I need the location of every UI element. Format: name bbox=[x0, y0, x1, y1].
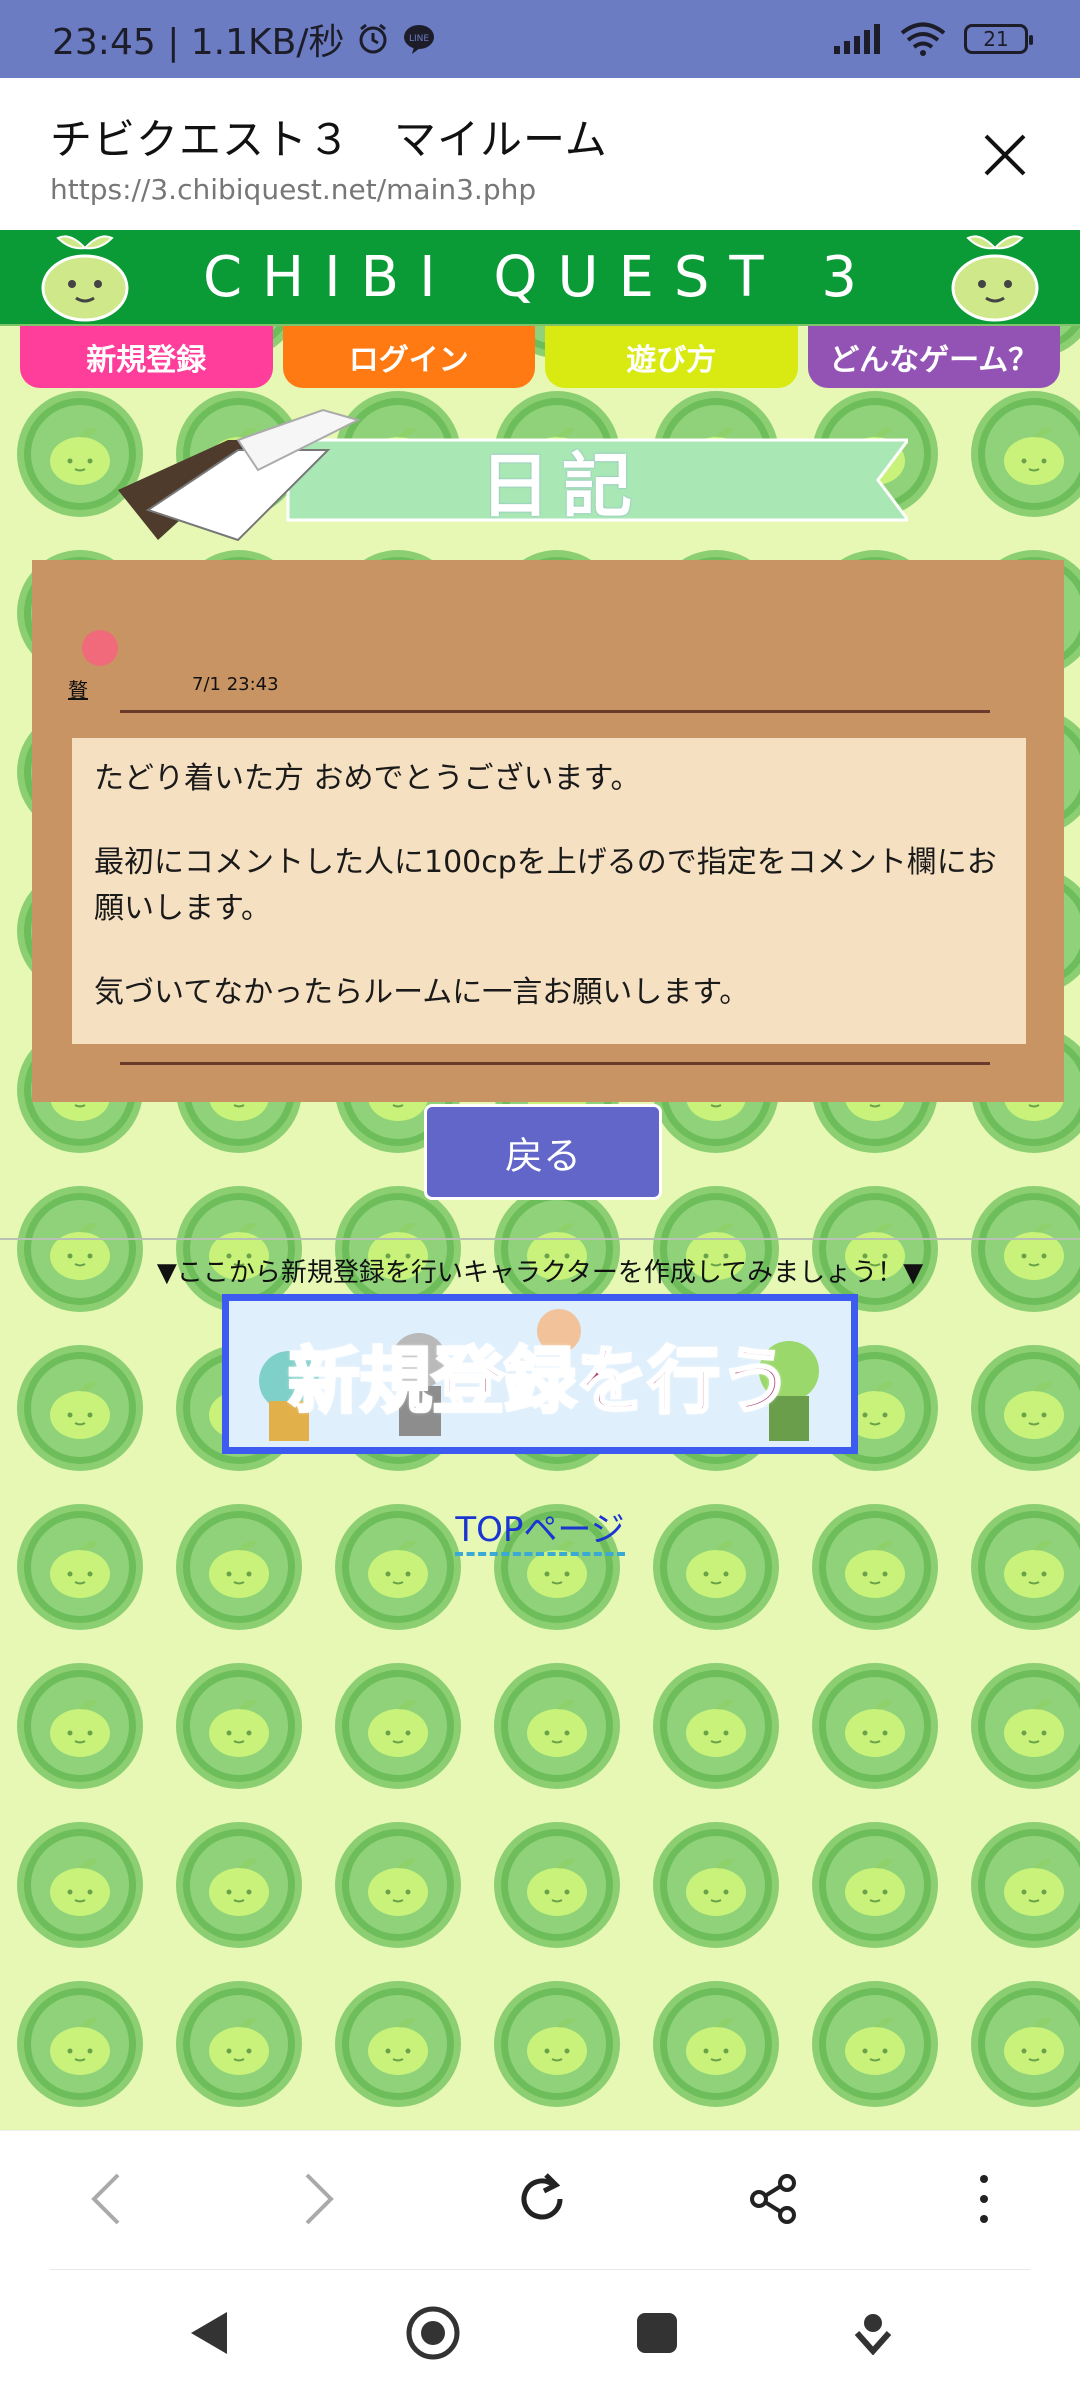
browser-toolbar bbox=[0, 2130, 1080, 2271]
register-notice: ▼ここから新規登録を行いキャラクターを作成してみましょう！▼ bbox=[156, 1258, 924, 1288]
status-bar: 23:45 | 1.1KB/秒 LINE 21 bbox=[0, 0, 1080, 78]
close-button[interactable] bbox=[970, 120, 1040, 190]
share-button[interactable] bbox=[745, 2171, 801, 2231]
divider-top bbox=[120, 710, 990, 713]
back-nav-button[interactable] bbox=[86, 2169, 126, 2233]
more-vertical-icon bbox=[979, 2175, 988, 2223]
tab-login[interactable]: ログイン bbox=[282, 326, 535, 388]
close-icon bbox=[984, 134, 1026, 176]
system-back-button[interactable] bbox=[187, 2308, 231, 2362]
svg-text:LINE: LINE bbox=[409, 34, 429, 44]
mascot-left-icon bbox=[41, 235, 129, 322]
menu-button[interactable] bbox=[974, 2169, 994, 2233]
status-time: 23:45 | 1.1KB/秒 bbox=[52, 22, 345, 63]
author-name[interactable]: 贅 bbox=[68, 674, 88, 703]
diary-paragraph: 最初にコメントした人に100cpを上げるので指定をコメント欄にお願いします。 bbox=[94, 845, 997, 926]
section-title: 日記 bbox=[480, 445, 644, 527]
page-title: チビクエスト３ マイルーム bbox=[50, 115, 608, 164]
chevron-right-icon bbox=[305, 2173, 335, 2225]
system-home-button[interactable] bbox=[405, 2305, 461, 2365]
system-nav-bar bbox=[0, 2270, 1080, 2400]
web-page: CHIBI QUEST 3 新規登録 ログイン 遊び方 どんなゲーム？ 日記 贅… bbox=[0, 230, 1080, 2130]
tab-how-to-play[interactable]: 遊び方 bbox=[545, 326, 798, 388]
site-header: CHIBI QUEST 3 bbox=[0, 230, 1080, 326]
back-button[interactable]: 戻る bbox=[424, 1104, 662, 1200]
tab-register[interactable]: 新規登録 bbox=[20, 326, 273, 388]
diary-paragraph: 気づいてなかったらルームに一言お願いします。 bbox=[94, 975, 750, 1010]
register-banner-label: 新規登録を行う bbox=[286, 1337, 793, 1424]
register-banner-button[interactable]: 新規登録を行う bbox=[222, 1294, 858, 1454]
nav-tabs: 新規登録 ログイン 遊び方 どんなゲーム？ bbox=[20, 326, 1060, 388]
divider-bottom bbox=[120, 1062, 990, 1065]
battery-indicator: 21 bbox=[964, 24, 1033, 54]
assistant-icon bbox=[854, 2314, 892, 2356]
forward-nav-button[interactable] bbox=[299, 2169, 339, 2233]
status-left: 23:45 | 1.1KB/秒 LINE bbox=[52, 13, 436, 65]
signal-icon bbox=[834, 24, 882, 54]
section-divider bbox=[0, 1238, 1080, 1240]
tab-about-game[interactable]: どんなゲーム？ bbox=[807, 326, 1060, 388]
diary-card: 贅 7/1 23:43 たどり着いた方 おめでとうございます。 最初にコメントし… bbox=[32, 560, 1064, 1102]
system-recents-button[interactable] bbox=[635, 2311, 679, 2359]
mascot-right-icon bbox=[951, 235, 1039, 322]
entry-date: 7/1 23:43 bbox=[192, 674, 279, 695]
diary-paragraph: たどり着いた方 おめでとうございます。 bbox=[94, 761, 641, 796]
top-page-link[interactable]: TOPページ bbox=[455, 1510, 625, 1556]
browser-title-bar: チビクエスト３ マイルーム https://3.chibiquest.net/m… bbox=[0, 78, 1080, 230]
wifi-icon bbox=[900, 22, 946, 56]
page-url[interactable]: https://3.chibiquest.net/main3.php bbox=[50, 173, 1030, 206]
status-right: 21 bbox=[834, 22, 1033, 56]
reload-button[interactable] bbox=[512, 2169, 572, 2233]
author-avatar[interactable] bbox=[82, 630, 118, 666]
reload-icon bbox=[521, 2173, 563, 2220]
site-brand[interactable]: CHIBI QUEST 3 bbox=[203, 245, 877, 310]
alarm-icon bbox=[356, 22, 390, 56]
square-recents-icon bbox=[637, 2313, 677, 2353]
top-page-link-wrap: TOPページ bbox=[0, 1502, 1080, 1556]
line-app-icon: LINE bbox=[402, 22, 436, 56]
diary-content: たどり着いた方 おめでとうございます。 最初にコメントした人に100cpを上げる… bbox=[72, 738, 1026, 1044]
system-assistant-button[interactable] bbox=[853, 2311, 893, 2359]
battery-level: 21 bbox=[983, 27, 1009, 51]
triangle-back-icon bbox=[191, 2312, 227, 2354]
share-icon bbox=[749, 2174, 796, 2224]
home-circle-icon bbox=[406, 2306, 460, 2360]
chevron-left-icon bbox=[91, 2173, 120, 2225]
